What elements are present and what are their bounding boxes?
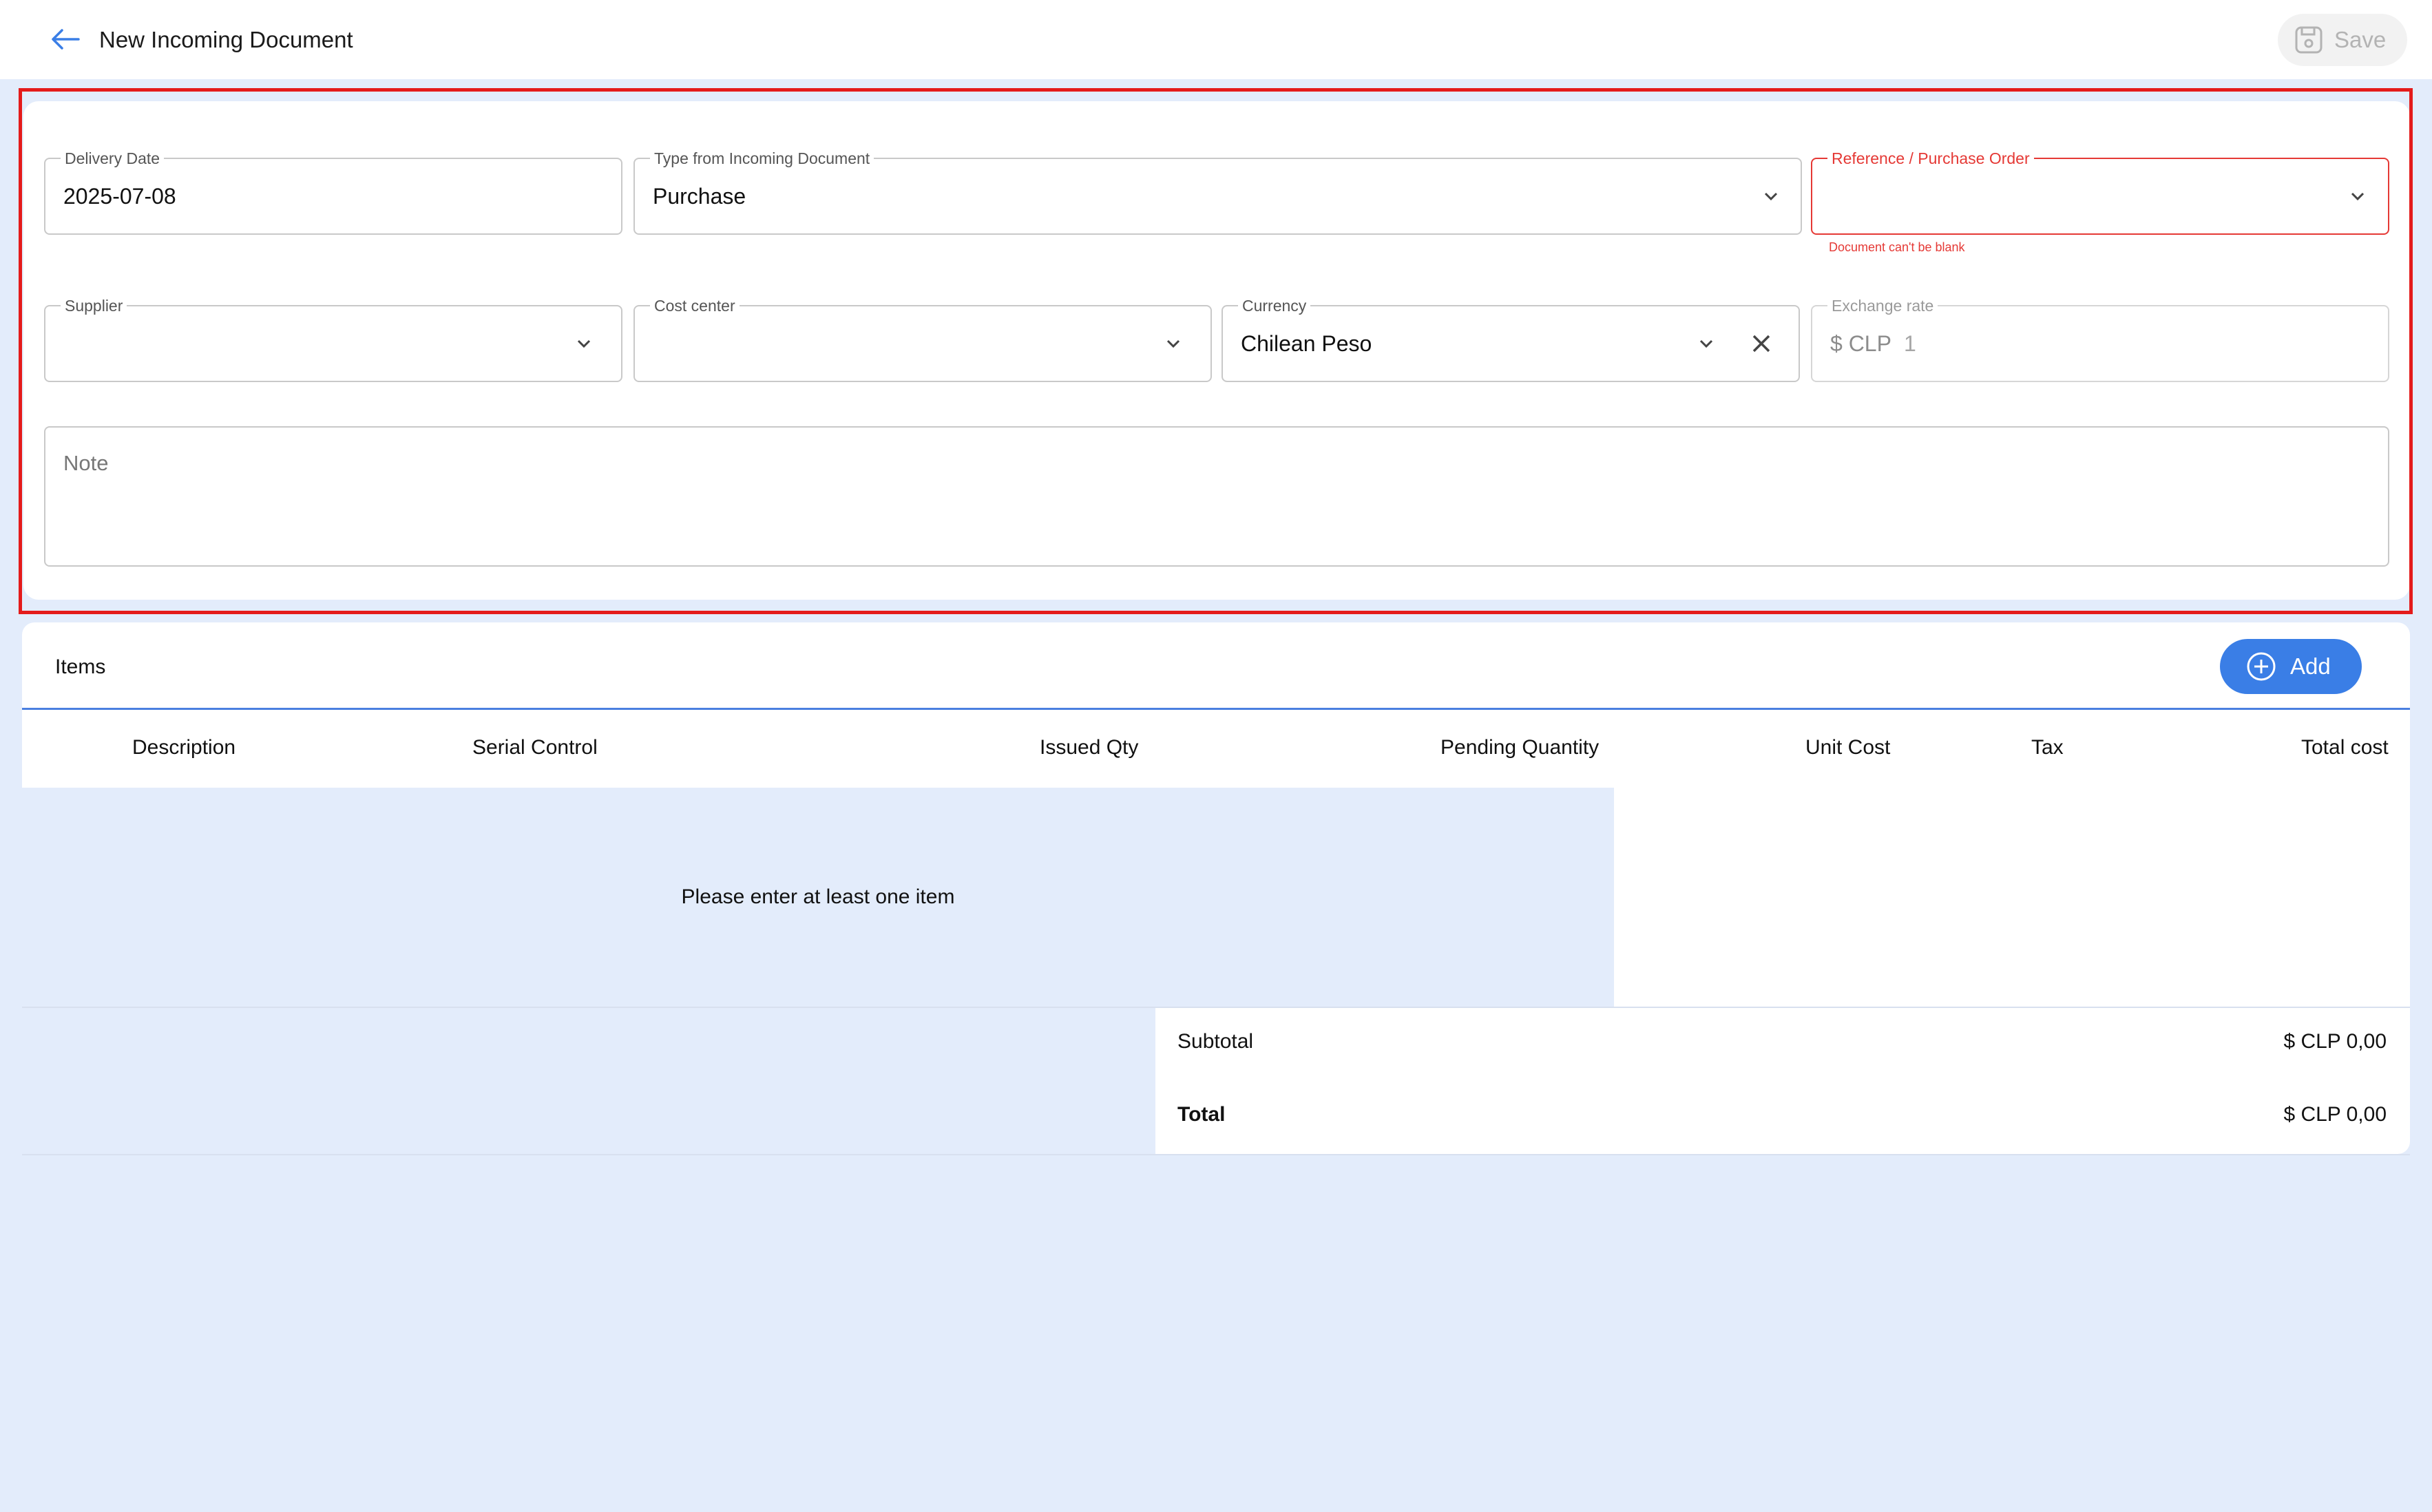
chevron-down-icon [570, 330, 598, 357]
items-empty-state: Please enter at least one item [22, 788, 1614, 1007]
delivery-date-value: 2025-07-08 [63, 183, 176, 209]
add-item-button[interactable]: Add [2220, 639, 2362, 694]
column-header-issued-qty[interactable]: Issued Qty [1040, 736, 1138, 759]
cost-center-label: Cost center [650, 297, 740, 315]
note-placeholder: Note [63, 451, 109, 475]
exchange-rate-prefix: $ CLP [1830, 330, 1891, 356]
cost-center-select[interactable]: Cost center [633, 297, 1212, 382]
chevron-down-icon [2344, 182, 2371, 210]
note-textarea[interactable]: Note [44, 426, 2389, 567]
subtotal-label: Subtotal [1177, 1030, 1254, 1053]
save-icon [2295, 26, 2323, 54]
reference-error-text: Document can't be blank [1829, 240, 1965, 254]
arrow-left-icon [52, 29, 80, 50]
reference-label: Reference / Purchase Order [1827, 149, 2034, 167]
exchange-rate-value-wrap: $ CLP 1 [1830, 306, 1916, 381]
exchange-rate-value: 1 [1903, 330, 1916, 356]
totals-panel: Subtotal $ CLP 0,00 Total $ CLP 0,00 [1155, 1008, 2410, 1154]
chevron-down-icon [1160, 330, 1187, 357]
save-label: Save [2334, 27, 2387, 52]
total-value: $ CLP 0,00 [2283, 1103, 2387, 1126]
add-circle-icon [2247, 652, 2276, 681]
clear-currency-button[interactable] [1746, 328, 1776, 359]
close-icon [1752, 335, 1770, 353]
column-header-serial-control[interactable]: Serial Control [472, 736, 598, 759]
supplier-select[interactable]: Supplier [44, 297, 622, 382]
subtotal-value: $ CLP 0,00 [2283, 1030, 2387, 1053]
type-select[interactable]: Type from Incoming Document Purchase [633, 149, 1802, 235]
chevron-down-icon [1757, 182, 1785, 210]
items-table-header: Description Serial Control Issued Qty Pe… [22, 710, 2410, 788]
supplier-label: Supplier [61, 297, 127, 315]
total-label: Total [1177, 1103, 1226, 1126]
table-blank-area [1614, 788, 2410, 1007]
delivery-date-field[interactable]: Delivery Date 2025-07-08 [44, 149, 622, 235]
reference-select[interactable]: Reference / Purchase Order [1811, 149, 2389, 235]
page-title: New Incoming Document [99, 27, 353, 52]
column-header-unit-cost[interactable]: Unit Cost [1805, 736, 1890, 759]
column-header-description[interactable]: Description [132, 736, 235, 759]
save-button[interactable]: Save [2278, 14, 2407, 66]
divider [22, 1154, 2410, 1155]
column-header-total-cost[interactable]: Total cost [2301, 736, 2389, 759]
items-section-header: Items Add [22, 622, 2410, 710]
add-label: Add [2290, 653, 2331, 679]
top-bar: New Incoming Document Save [0, 0, 2432, 79]
column-header-pending-quantity[interactable]: Pending Quantity [1440, 736, 1599, 759]
column-header-tax[interactable]: Tax [2031, 736, 2064, 759]
items-title: Items [55, 655, 106, 678]
back-button[interactable] [43, 21, 88, 58]
type-value: Purchase [653, 183, 746, 209]
empty-message: Please enter at least one item [681, 885, 955, 908]
document-form: Delivery Date 2025-07-08 Type from Incom… [23, 101, 2410, 600]
currency-select[interactable]: Currency Chilean Peso [1222, 297, 1800, 382]
currency-value: Chilean Peso [1241, 330, 1372, 356]
exchange-rate-field[interactable]: Exchange rate $ CLP 1 [1811, 297, 2389, 382]
chevron-down-icon [1692, 330, 1720, 357]
